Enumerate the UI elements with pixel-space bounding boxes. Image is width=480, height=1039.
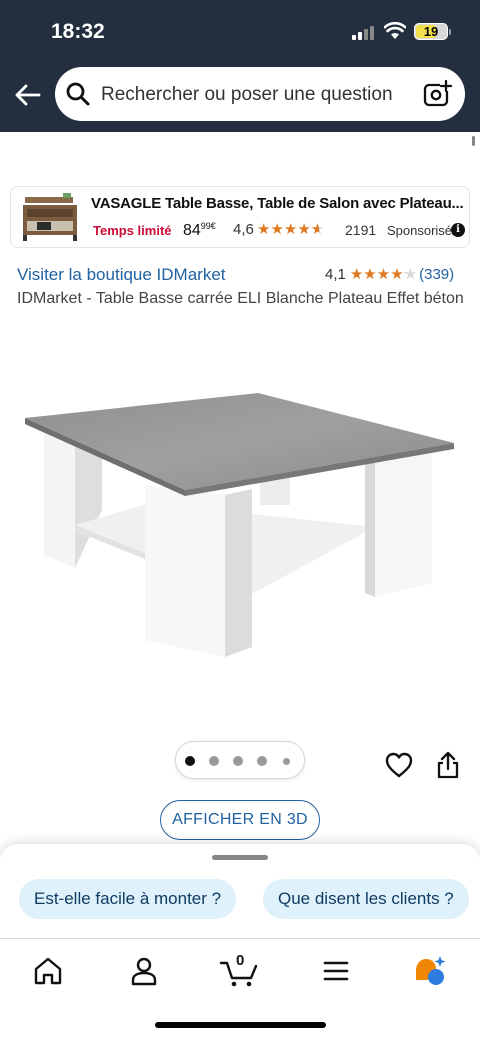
status-bar: 18:32 19 xyxy=(0,18,480,48)
menu-icon[interactable] xyxy=(316,953,356,989)
top-bar: 18:32 19 Rechercher ou poser une questio… xyxy=(0,0,480,132)
cart-count: 0 xyxy=(236,952,245,969)
sponsored-price-cents: 99€ xyxy=(200,221,216,231)
battery-level: 19 xyxy=(423,24,439,39)
status-time: 18:32 xyxy=(51,20,105,43)
product-star-rating: ★★★★★★ xyxy=(349,266,418,283)
product-rating-value: 4,1 xyxy=(325,266,346,283)
sponsored-rating: 4,6 xyxy=(233,221,254,238)
carousel-dot-4[interactable] xyxy=(257,756,267,766)
account-icon[interactable] xyxy=(124,953,164,989)
sponsored-product-banner[interactable]: VASAGLE Table Basse, Table de Salon avec… xyxy=(10,186,470,248)
sponsored-details: Temps limité 8499€ 4,6 ★★★★★ ★ 2191 Spons… xyxy=(93,221,468,242)
home-icon[interactable] xyxy=(28,953,68,989)
sponsored-price: 8499€ xyxy=(183,221,216,240)
share-icon[interactable] xyxy=(435,750,461,780)
back-arrow-icon[interactable] xyxy=(12,82,42,108)
carousel-dot-1[interactable] xyxy=(185,756,195,766)
search-icon xyxy=(66,82,90,106)
view-in-3d-button[interactable]: AFFICHER EN 3D xyxy=(160,800,320,840)
sponsored-label: Sponsorisé xyxy=(387,223,453,238)
questions-sheet: Est-elle facile à monter ? Que disent le… xyxy=(0,844,480,944)
sponsored-title[interactable]: VASAGLE Table Basse, Table de Salon avec… xyxy=(91,195,464,212)
sponsored-star-rating: ★★★★★ ★ xyxy=(257,221,325,238)
sheet-grabber[interactable] xyxy=(212,855,268,860)
sponsored-review-count: 2191 xyxy=(345,222,377,238)
battery-tip xyxy=(449,29,451,35)
carousel-dot-2[interactable] xyxy=(209,756,219,766)
image-carousel-indicator[interactable] xyxy=(175,741,305,779)
home-indicator xyxy=(155,1022,326,1028)
limited-time-deal-badge: Temps limité xyxy=(93,223,172,238)
rufus-assistant-icon[interactable] xyxy=(410,953,450,989)
visit-store-link[interactable]: Visiter la boutique IDMarket xyxy=(17,265,226,285)
carousel-dot-5[interactable] xyxy=(283,758,290,765)
question-chip-assembly[interactable]: Est-elle facile à monter ? xyxy=(19,879,237,919)
question-chip-reviews[interactable]: Que disent les clients ? xyxy=(263,879,469,919)
scrollbar[interactable] xyxy=(472,136,475,146)
carousel-dot-3[interactable] xyxy=(233,756,243,766)
search-bar[interactable]: Rechercher ou poser une question xyxy=(55,67,465,121)
sponsored-price-main: 84 xyxy=(183,222,201,239)
product-rating[interactable]: 4,1★★★★★★(339) xyxy=(325,265,454,283)
wifi-icon xyxy=(384,22,406,39)
cellular-signal-icon xyxy=(352,26,376,40)
product-image[interactable] xyxy=(20,385,460,675)
battery-icon: 19 xyxy=(414,23,448,40)
search-input[interactable]: Rechercher ou poser une question xyxy=(101,84,393,106)
cart-tab[interactable]: 0 xyxy=(218,952,262,989)
camera-lens-icon[interactable] xyxy=(423,79,453,109)
product-title: IDMarket - Table Basse carrée ELI Blanch… xyxy=(17,290,464,307)
sponsored-product-image xyxy=(23,193,77,241)
product-rating-count[interactable]: (339) xyxy=(419,266,454,283)
info-icon[interactable]: i xyxy=(451,223,465,237)
heart-icon[interactable] xyxy=(385,751,413,779)
